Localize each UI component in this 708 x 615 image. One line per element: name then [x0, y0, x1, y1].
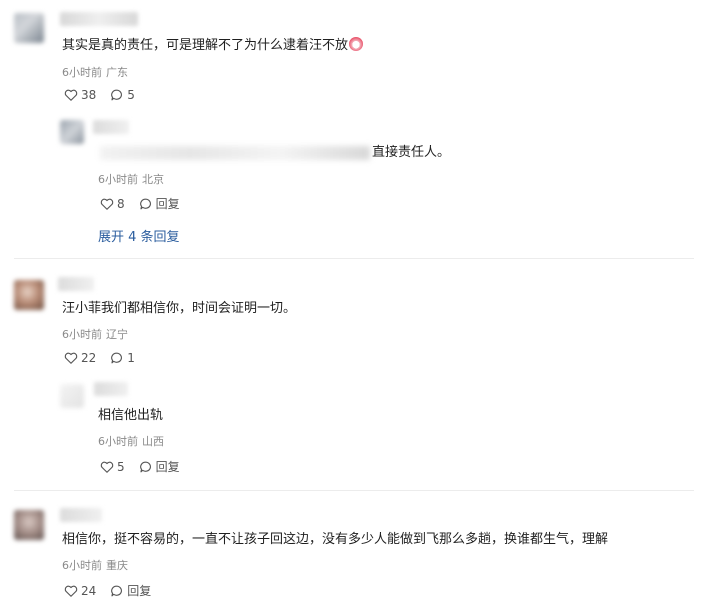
timestamp: 6小时前 [98, 173, 138, 186]
location: 辽宁 [106, 328, 128, 341]
expand-replies-link[interactable]: 展开 4 条回复 [98, 226, 180, 245]
like-count: 24 [81, 583, 97, 598]
timestamp: 6小时前 [62, 328, 102, 341]
comment-icon [111, 89, 123, 101]
username[interactable] [58, 277, 94, 291]
like-count: 22 [81, 351, 97, 365]
like-count: 8 [117, 196, 125, 211]
comment-meta: 6小时前 辽宁 [62, 328, 128, 342]
reply-text: 相信他出轨 [98, 408, 164, 423]
location: 山西 [142, 435, 164, 448]
avatar[interactable] [60, 384, 84, 408]
username[interactable] [93, 120, 129, 134]
comment-icon [139, 461, 151, 472]
comment-actions: 24 回复 [64, 582, 165, 599]
comment-icon [111, 585, 123, 596]
avatar[interactable] [14, 510, 44, 540]
comment-meta: 6小时前 广东 [62, 66, 128, 80]
heart-icon [64, 352, 78, 364]
comment-meta: 6小时前 重庆 [62, 559, 128, 573]
heart-icon [100, 198, 114, 210]
username[interactable] [94, 382, 128, 396]
redacted-text [100, 146, 370, 160]
location: 北京 [142, 173, 164, 186]
crying-emoji-icon [349, 37, 364, 51]
reply-button[interactable]: 回复 [139, 195, 180, 212]
comment-icon [111, 352, 123, 364]
username[interactable] [60, 508, 102, 522]
reply-actions: 8 回复 [100, 195, 194, 212]
like-button[interactable]: 38 [64, 88, 96, 102]
like-count: 38 [81, 88, 97, 102]
reply-label: 回复 [155, 460, 180, 474]
like-button[interactable]: 24 [64, 584, 96, 598]
reply-text: 直接责任人。 [372, 145, 451, 160]
comment-text: 汪小菲我们都相信你，时间会证明一切。 [62, 301, 297, 316]
timestamp: 6小时前 [62, 559, 102, 572]
avatar[interactable] [14, 280, 44, 310]
username[interactable] [60, 12, 138, 26]
reply-count-button[interactable]: 5 [110, 88, 135, 102]
timestamp: 6小时前 [62, 66, 102, 79]
reply-meta: 6小时前 北京 [98, 173, 164, 187]
comment-text: 相信你，挺不容易的，一直不让孩子回这边，没有多少人能做到飞那么多趟，换谁都生气，… [62, 532, 609, 547]
heart-icon [64, 585, 78, 597]
reply-count-button[interactable]: 1 [110, 351, 135, 365]
comment-actions: 38 5 [64, 88, 149, 102]
reply-button[interactable]: 回复 [139, 458, 180, 475]
divider [14, 490, 694, 491]
comment-actions: 22 1 [64, 351, 149, 365]
heart-icon [64, 89, 78, 101]
reply-count: 1 [127, 351, 135, 365]
avatar[interactable] [60, 120, 84, 144]
comment-text: 其实是真的责任，可是理解不了为什么逮着汪不放 [62, 37, 364, 55]
location: 重庆 [106, 559, 128, 572]
timestamp: 6小时前 [98, 435, 138, 448]
heart-icon [100, 461, 114, 473]
divider [14, 258, 694, 259]
reply-button[interactable]: 回复 [110, 582, 151, 599]
reply-meta: 6小时前 山西 [98, 435, 164, 449]
reply-count: 5 [127, 88, 135, 102]
reply-actions: 5 回复 [100, 458, 194, 475]
reply-label: 回复 [155, 197, 180, 211]
like-button[interactable]: 5 [100, 460, 125, 474]
avatar[interactable] [14, 13, 44, 43]
comment-icon [139, 198, 151, 209]
like-button[interactable]: 8 [100, 197, 125, 211]
like-button[interactable]: 22 [64, 351, 96, 365]
reply-label: 回复 [127, 584, 152, 598]
location: 广东 [106, 66, 128, 79]
like-count: 5 [117, 459, 125, 474]
